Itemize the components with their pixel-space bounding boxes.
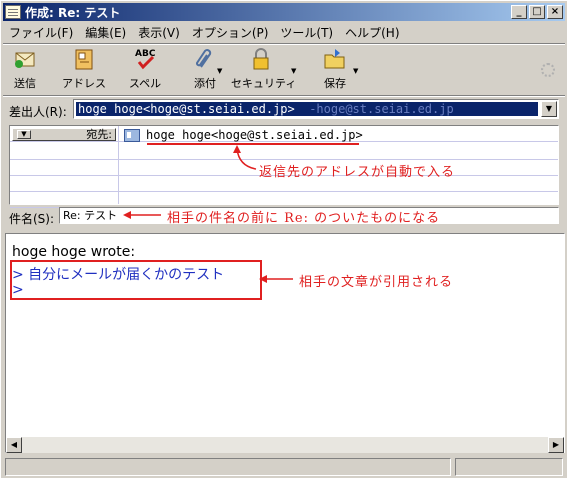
message-body[interactable]: hoge hoge wrote: > 自分にメールが届くかのテスト > [5, 233, 565, 453]
status-pane-main [5, 458, 451, 476]
security-button[interactable]: セキュリティ ▼ [231, 47, 297, 93]
close-button[interactable]: × [547, 5, 563, 19]
menu-options[interactable]: オプション(P) [186, 24, 275, 42]
attach-dropdown-icon[interactable]: ▼ [217, 67, 222, 75]
recipient-row-empty[interactable] [10, 144, 558, 160]
recipient-address-text: hoge hoge<hoge@st.seiai.ed.jp> [146, 128, 363, 142]
menu-tools[interactable]: ツール(T) [274, 24, 339, 42]
attach-button[interactable]: 添付 ▼ [183, 47, 227, 93]
scroll-left-icon[interactable]: ◀ [6, 437, 22, 453]
from-select[interactable]: hoge hoge<hoge@st.seiai.ed.jp> -hoge@st.… [73, 99, 559, 119]
recipient-type-dropdown-icon[interactable]: ▼ [17, 130, 31, 139]
horizontal-scrollbar[interactable]: ◀ ▶ [6, 437, 564, 453]
recipient-column-divider [118, 126, 119, 204]
window-title: 作成: Re: テスト [25, 5, 121, 20]
from-address: hoge hoge<hoge@st.seiai.ed.jp> [78, 102, 295, 116]
address-label: アドレス [62, 77, 106, 90]
from-dropdown-icon[interactable]: ▼ [541, 101, 557, 117]
recipient-row-empty[interactable] [10, 192, 558, 208]
status-bar [5, 457, 565, 477]
recipient-type-select[interactable]: ▼ 宛先: [12, 128, 116, 141]
send-button[interactable]: 送信 [5, 47, 45, 93]
address-button[interactable]: アドレス [59, 47, 109, 93]
status-pane-secondary [455, 458, 563, 476]
contact-card-icon [124, 128, 140, 142]
minimize-button[interactable]: _ [511, 5, 527, 19]
recipient-type-label: 宛先: [86, 128, 112, 141]
quote-annotation: 相手の文章が引用される [299, 275, 454, 290]
send-label: 送信 [14, 77, 36, 90]
window-controls: _ □ × [511, 5, 563, 19]
from-label: 差出人(R): [9, 105, 67, 119]
compose-icon [5, 5, 21, 19]
send-icon [13, 47, 37, 71]
menu-edit[interactable]: 編集(E) [79, 24, 132, 42]
subject-annotation: 相手の件名の前に Re: のついたものになる [167, 211, 441, 226]
menu-view[interactable]: 表示(V) [132, 24, 186, 42]
from-selected-value: hoge hoge<hoge@st.seiai.ed.jp> -hoge@st.… [76, 102, 538, 116]
activity-throbber-icon [541, 63, 555, 77]
security-dropdown-icon[interactable]: ▼ [291, 67, 296, 75]
recipient-underline [147, 143, 359, 145]
lock-icon [249, 47, 273, 71]
from-account: -hoge@st.seiai.ed.jp [309, 102, 454, 116]
maximize-button[interactable]: □ [529, 5, 545, 19]
save-label: 保存 [324, 77, 346, 90]
menu-help[interactable]: ヘルプ(H) [339, 24, 405, 42]
quote-line-empty: > [12, 282, 24, 298]
toolbar-separator [3, 95, 565, 97]
save-dropdown-icon[interactable]: ▼ [353, 67, 358, 75]
save-folder-icon [323, 47, 347, 71]
address-book-icon [72, 47, 96, 71]
security-label: セキュリティ [231, 77, 297, 90]
scroll-right-icon[interactable]: ▶ [548, 437, 564, 453]
quote-line: > 自分にメールが届くかのテスト [12, 267, 225, 283]
attach-label: 添付 [194, 77, 216, 90]
spell-button[interactable]: ABC スペル [125, 47, 165, 93]
title-bar: 作成: Re: テスト _ □ × [3, 3, 565, 21]
menu-bar: ファイル(F) 編集(E) 表示(V) オプション(P) ツール(T) ヘルプ(… [3, 23, 406, 43]
spell-check-icon: ABC [133, 47, 157, 71]
menu-file[interactable]: ファイル(F) [3, 24, 79, 42]
recipient-annotation: 返信先のアドレスが自動で入る [259, 165, 456, 180]
save-button[interactable]: 保存 ▼ [317, 47, 358, 93]
spell-label: スペル [128, 77, 162, 90]
toolbar: 送信 アドレス ABC スペル 添付 ▼ セキュリティ ▼ 保存 ▼ [3, 45, 565, 95]
paperclip-icon [193, 47, 217, 71]
recipient-address[interactable]: hoge hoge<hoge@st.seiai.ed.jp> [124, 128, 363, 142]
compose-window: 作成: Re: テスト _ □ × ファイル(F) 編集(E) 表示(V) オプ… [0, 0, 568, 479]
attribution-line: hoge hoge wrote: [12, 244, 136, 260]
subject-label: 件名(S): [9, 212, 55, 226]
